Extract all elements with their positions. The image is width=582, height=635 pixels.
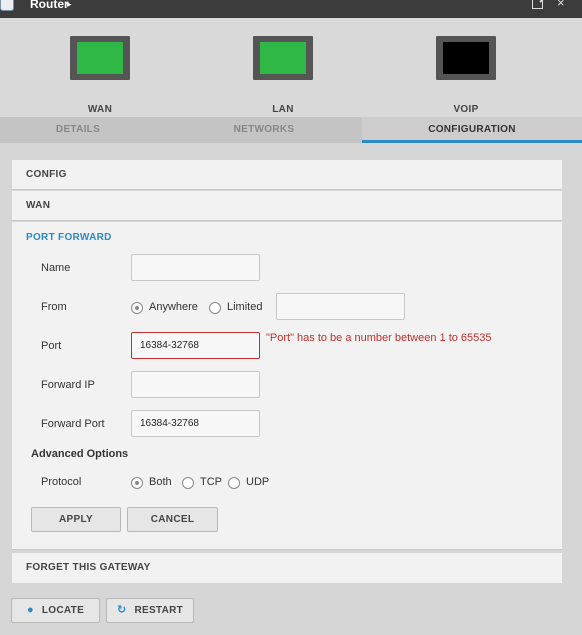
protocol-tcp-label: TCP (200, 476, 222, 488)
popout-icon[interactable] (532, 0, 543, 9)
name-field[interactable] (131, 254, 260, 281)
section-config[interactable]: CONFIG (12, 160, 562, 190)
port-wan-label: WAN (87, 104, 113, 115)
tab-details[interactable]: DETAILS (0, 117, 156, 143)
protocol-both-label: Both (149, 476, 172, 488)
section-forget-label: FORGET THIS GATEWAY (26, 562, 151, 573)
port-wan-indicator (70, 36, 130, 80)
router-app-icon (0, 0, 14, 11)
forward-port-field[interactable]: 16384-32768 (131, 410, 260, 437)
from-label: From (41, 301, 67, 313)
port-lan-label: LAN (272, 104, 294, 115)
limited-field[interactable] (276, 293, 405, 320)
port-voip-indicator (436, 36, 496, 80)
forward-port-label: Forward Port (41, 418, 105, 430)
close-icon[interactable]: × (557, 0, 565, 9)
protocol-label: Protocol (41, 476, 82, 488)
restart-button[interactable]: ↻ RESTART (106, 598, 194, 623)
port-wan: WAN (70, 36, 132, 115)
protocol-udp-label: UDP (246, 476, 270, 488)
section-forget-gateway[interactable]: FORGET THIS GATEWAY (12, 553, 562, 583)
name-label: Name (41, 262, 71, 274)
locate-button-label: LOCATE (41, 605, 85, 616)
port-lan-indicator (253, 36, 313, 80)
from-limited-label: Limited (227, 301, 263, 313)
port-field[interactable]: 16384-32768 (131, 332, 260, 359)
apply-button[interactable]: APPLY (31, 507, 121, 532)
from-limited-radio[interactable] (209, 302, 221, 314)
restart-button-label: RESTART (134, 605, 184, 616)
forward-ip-field[interactable] (131, 371, 260, 398)
tab-networks[interactable]: NETWORKS (176, 117, 352, 143)
cancel-button[interactable]: CANCEL (127, 507, 218, 532)
protocol-tcp-radio[interactable] (182, 477, 194, 489)
from-anywhere-label: Anywhere (149, 301, 198, 313)
port-lan: LAN (253, 36, 315, 115)
refresh-icon: ↻ (116, 604, 127, 616)
port-status-panel: WAN LAN VOIP (0, 18, 582, 117)
tab-configuration[interactable]: CONFIGURATION (362, 117, 582, 143)
map-pin-icon: ● (26, 604, 34, 616)
title-caret-icon[interactable]: ▸ (67, 0, 72, 9)
protocol-both-radio[interactable] (131, 477, 143, 489)
window-title: Router (30, 0, 69, 11)
section-wan[interactable]: WAN (12, 191, 562, 221)
locate-button[interactable]: ● LOCATE (11, 598, 100, 623)
title-bar: Router ▸ × (0, 0, 582, 18)
protocol-udp-radio[interactable] (228, 477, 240, 489)
from-anywhere-radio[interactable] (131, 302, 143, 314)
configuration-content: CONFIG WAN PORT FORWARD Name From Anywhe… (0, 143, 582, 635)
tab-bar: DETAILS NETWORKS CONFIGURATION (0, 117, 582, 143)
port-voip: VOIP (436, 36, 498, 115)
port-label: Port (41, 340, 62, 352)
port-error-message: "Port" has to be a number between 1 to 6… (266, 332, 492, 344)
advanced-options-label: Advanced Options (31, 448, 129, 460)
section-port-forward-title[interactable]: PORT FORWARD (26, 232, 112, 243)
forward-ip-label: Forward IP (41, 379, 95, 391)
section-config-label: CONFIG (26, 169, 67, 180)
section-wan-label: WAN (26, 200, 51, 211)
port-voip-label: VOIP (453, 104, 479, 115)
